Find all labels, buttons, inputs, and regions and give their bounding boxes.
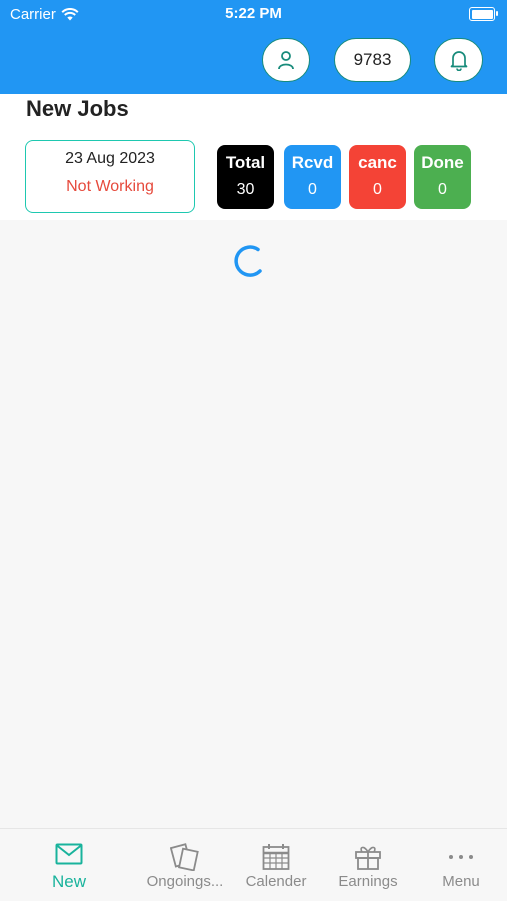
stat-total-label: Total <box>225 153 266 172</box>
stat-done-label: Done <box>421 153 464 172</box>
stat-total-value: 30 <box>236 181 255 198</box>
stat-received-label: Rcvd <box>291 153 334 172</box>
stat-total[interactable]: Total 30 <box>217 145 274 209</box>
notifications-button[interactable] <box>434 38 483 82</box>
tab-menu[interactable]: Menu <box>416 829 506 901</box>
loading-spinner-icon <box>234 245 262 277</box>
stat-received[interactable]: Rcvd 0 <box>284 145 341 209</box>
gift-icon <box>355 846 381 870</box>
tab-calender[interactable]: Calender <box>231 829 321 901</box>
status-time: 5:22 PM <box>225 5 282 22</box>
stat-cancelled-value: 0 <box>373 181 382 198</box>
count-value: 9783 <box>353 50 392 69</box>
calendar-icon <box>262 844 290 870</box>
mail-icon <box>55 843 83 865</box>
profile-button[interactable] <box>262 38 310 82</box>
tab-new[interactable]: New <box>24 829 114 901</box>
cards-icon <box>170 843 199 871</box>
stat-cancelled[interactable]: canc 0 <box>349 145 406 209</box>
stat-cancelled-label: canc <box>358 153 397 172</box>
current-date: 23 Aug 2023 <box>65 150 155 167</box>
bottom-tab-bar: New Ongoings... Calender Earnings Menu <box>0 828 507 901</box>
page-title: New Jobs <box>26 96 129 121</box>
more-dots-icon <box>449 855 473 859</box>
tab-new-label: New <box>51 872 86 891</box>
stat-done-value: 0 <box>438 181 447 198</box>
count-button[interactable]: 9783 <box>334 38 411 82</box>
date-card[interactable]: 23 Aug 2023 Not Working <box>25 140 195 213</box>
working-status: Not Working <box>66 178 154 195</box>
tab-calender-label: Calender <box>245 873 307 890</box>
tab-earnings[interactable]: Earnings <box>323 829 413 901</box>
tab-menu-label: Menu <box>442 873 480 890</box>
tab-ongoings[interactable]: Ongoings... <box>140 829 230 901</box>
bell-icon <box>450 51 467 71</box>
status-bar: Carrier 5:22 PM <box>0 0 507 28</box>
user-icon <box>278 51 294 70</box>
battery-icon <box>469 7 498 21</box>
stat-done[interactable]: Done 0 <box>414 145 471 209</box>
stat-received-value: 0 <box>308 181 317 198</box>
tab-earnings-label: Earnings <box>338 873 398 890</box>
tab-ongoings-label: Ongoings... <box>146 873 224 890</box>
